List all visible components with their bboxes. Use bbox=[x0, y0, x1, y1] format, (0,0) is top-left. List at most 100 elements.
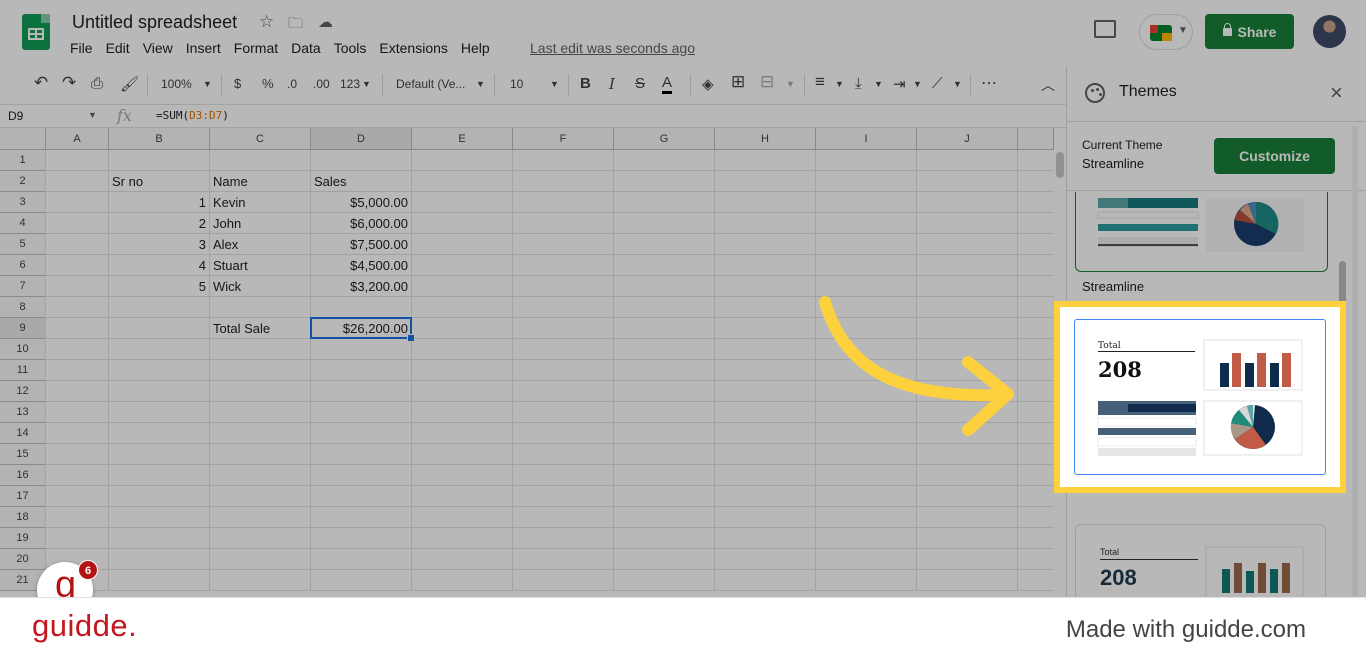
column-header-b[interactable]: B bbox=[109, 128, 210, 150]
formula-input[interactable]: =SUM(D3:D7) bbox=[156, 109, 229, 122]
bold-button[interactable]: B bbox=[580, 75, 591, 92]
currency-format-button[interactable]: $ bbox=[234, 76, 241, 91]
row-header-12[interactable]: 12 bbox=[0, 381, 46, 402]
cell-d5[interactable]: $7,500.00 bbox=[314, 234, 408, 255]
last-edit-link[interactable]: Last edit was seconds ago bbox=[530, 40, 695, 56]
theme-card-streamline[interactable] bbox=[1075, 192, 1328, 272]
cell-d3[interactable]: $5,000.00 bbox=[314, 192, 408, 213]
column-header-d[interactable]: D bbox=[311, 128, 412, 150]
more-formats-button[interactable]: 123 bbox=[340, 77, 360, 91]
borders-icon[interactable]: ⊞ bbox=[731, 72, 745, 92]
row-header-2[interactable]: 2 bbox=[0, 171, 46, 192]
column-header-c[interactable]: C bbox=[210, 128, 311, 150]
zoom-select[interactable]: 100% bbox=[161, 77, 192, 91]
fill-color-icon[interactable]: ◈ bbox=[702, 75, 714, 93]
row-header-8[interactable]: 8 bbox=[0, 297, 46, 318]
redo-icon[interactable]: ↷ bbox=[62, 73, 76, 93]
close-icon[interactable]: × bbox=[1330, 80, 1343, 106]
menu-tools[interactable]: Tools bbox=[334, 40, 367, 56]
column-header-j[interactable]: J bbox=[917, 128, 1018, 150]
row-header-4[interactable]: 4 bbox=[0, 213, 46, 234]
row-header-17[interactable]: 17 bbox=[0, 486, 46, 507]
select-all-corner[interactable] bbox=[0, 128, 46, 150]
menu-format[interactable]: Format bbox=[234, 40, 278, 56]
strikethrough-button[interactable]: S bbox=[635, 75, 645, 92]
cell-c9[interactable]: Total Sale bbox=[213, 318, 307, 339]
row-header-6[interactable]: 6 bbox=[0, 255, 46, 276]
row-header-3[interactable]: 3 bbox=[0, 192, 46, 213]
cell-c4[interactable]: John bbox=[213, 213, 307, 234]
row-header-11[interactable]: 11 bbox=[0, 360, 46, 381]
cloud-status-icon[interactable]: ☁ bbox=[318, 13, 333, 31]
row-header-19[interactable]: 19 bbox=[0, 528, 46, 549]
row-header-18[interactable]: 18 bbox=[0, 507, 46, 528]
cell-d7[interactable]: $3,200.00 bbox=[314, 276, 408, 297]
avatar[interactable] bbox=[1313, 15, 1346, 48]
cell-b4[interactable]: 2 bbox=[112, 213, 206, 234]
menu-view[interactable]: View bbox=[143, 40, 173, 56]
cell-d6[interactable]: $4,500.00 bbox=[314, 255, 408, 276]
chevron-down-icon[interactable]: ▼ bbox=[88, 110, 97, 120]
row-header-7[interactable]: 7 bbox=[0, 276, 46, 297]
row-header-5[interactable]: 5 bbox=[0, 234, 46, 255]
sheets-logo-icon[interactable] bbox=[22, 14, 50, 50]
column-header-k[interactable] bbox=[1018, 128, 1054, 150]
print-icon[interactable]: ⎙ bbox=[91, 75, 103, 92]
font-select[interactable]: Default (Ve... bbox=[396, 77, 465, 91]
menu-extensions[interactable]: Extensions bbox=[379, 40, 447, 56]
cell-b7[interactable]: 5 bbox=[112, 276, 206, 297]
cell-b3[interactable]: 1 bbox=[112, 192, 206, 213]
text-rotation-icon[interactable]: ⟋ bbox=[932, 75, 943, 92]
row-header-13[interactable]: 13 bbox=[0, 402, 46, 423]
cell-c5[interactable]: Alex bbox=[213, 234, 307, 255]
font-size-select[interactable]: 10 bbox=[510, 77, 523, 91]
cell-c6[interactable]: Stuart bbox=[213, 255, 307, 276]
cell-c2[interactable]: Name bbox=[213, 171, 307, 192]
star-icon[interactable]: ☆ bbox=[259, 12, 274, 32]
vertical-align-icon[interactable]: ⤓ bbox=[855, 75, 862, 92]
text-color-button[interactable]: A bbox=[662, 75, 673, 94]
cell-d4[interactable]: $6,000.00 bbox=[314, 213, 408, 234]
menu-insert[interactable]: Insert bbox=[186, 40, 221, 56]
share-button[interactable]: Share bbox=[1205, 14, 1294, 49]
menu-file[interactable]: File bbox=[70, 40, 93, 56]
row-header-14[interactable]: 14 bbox=[0, 423, 46, 444]
cell-c3[interactable]: Kevin bbox=[213, 192, 307, 213]
cell-b2[interactable]: Sr no bbox=[112, 171, 206, 192]
customize-button[interactable]: Customize bbox=[1214, 138, 1335, 174]
row-header-10[interactable]: 10 bbox=[0, 339, 46, 360]
column-header-a[interactable]: A bbox=[46, 128, 109, 150]
row-header-16[interactable]: 16 bbox=[0, 465, 46, 486]
column-header-e[interactable]: E bbox=[412, 128, 513, 150]
comment-history-icon[interactable] bbox=[1094, 20, 1116, 38]
row-header-1[interactable]: 1 bbox=[0, 150, 46, 171]
column-header-i[interactable]: I bbox=[816, 128, 917, 150]
column-header-g[interactable]: G bbox=[614, 128, 715, 150]
panel-scrollbar-track[interactable] bbox=[1352, 126, 1358, 596]
percent-format-button[interactable]: % bbox=[262, 76, 274, 91]
more-options-button[interactable]: ⋯ bbox=[981, 73, 997, 93]
guidde-logo[interactable]: guidde. bbox=[32, 608, 137, 644]
chevron-down-icon[interactable]: ▼ bbox=[203, 79, 212, 89]
menu-help[interactable]: Help bbox=[461, 40, 490, 56]
text-wrap-icon[interactable]: ⇥ bbox=[893, 75, 906, 93]
meet-button[interactable]: ▼ bbox=[1139, 14, 1193, 50]
row-header-9[interactable]: 9 bbox=[0, 318, 46, 339]
name-box[interactable]: D9 bbox=[8, 109, 23, 123]
merge-cells-icon[interactable]: ⊟ bbox=[760, 72, 774, 92]
cell-c7[interactable]: Wick bbox=[213, 276, 307, 297]
collapse-toolbar-icon[interactable]: ︿ bbox=[1041, 75, 1055, 95]
decrease-decimal-button[interactable]: .0 bbox=[287, 77, 297, 91]
increase-decimal-button[interactable]: .00 bbox=[313, 77, 330, 91]
sheet-scrollbar[interactable] bbox=[1056, 152, 1064, 178]
row-header-20[interactable]: 20 bbox=[0, 549, 46, 570]
cell-b5[interactable]: 3 bbox=[112, 234, 206, 255]
menu-data[interactable]: Data bbox=[291, 40, 321, 56]
document-title[interactable]: Untitled spreadsheet bbox=[72, 12, 237, 33]
column-header-f[interactable]: F bbox=[513, 128, 614, 150]
paint-format-icon[interactable]: 🖌 bbox=[120, 75, 139, 93]
move-folder-icon[interactable]: 🗀 bbox=[288, 13, 303, 38]
row-header-15[interactable]: 15 bbox=[0, 444, 46, 465]
undo-icon[interactable]: ↶ bbox=[34, 73, 48, 93]
horizontal-align-icon[interactable]: ≡ bbox=[815, 72, 825, 92]
